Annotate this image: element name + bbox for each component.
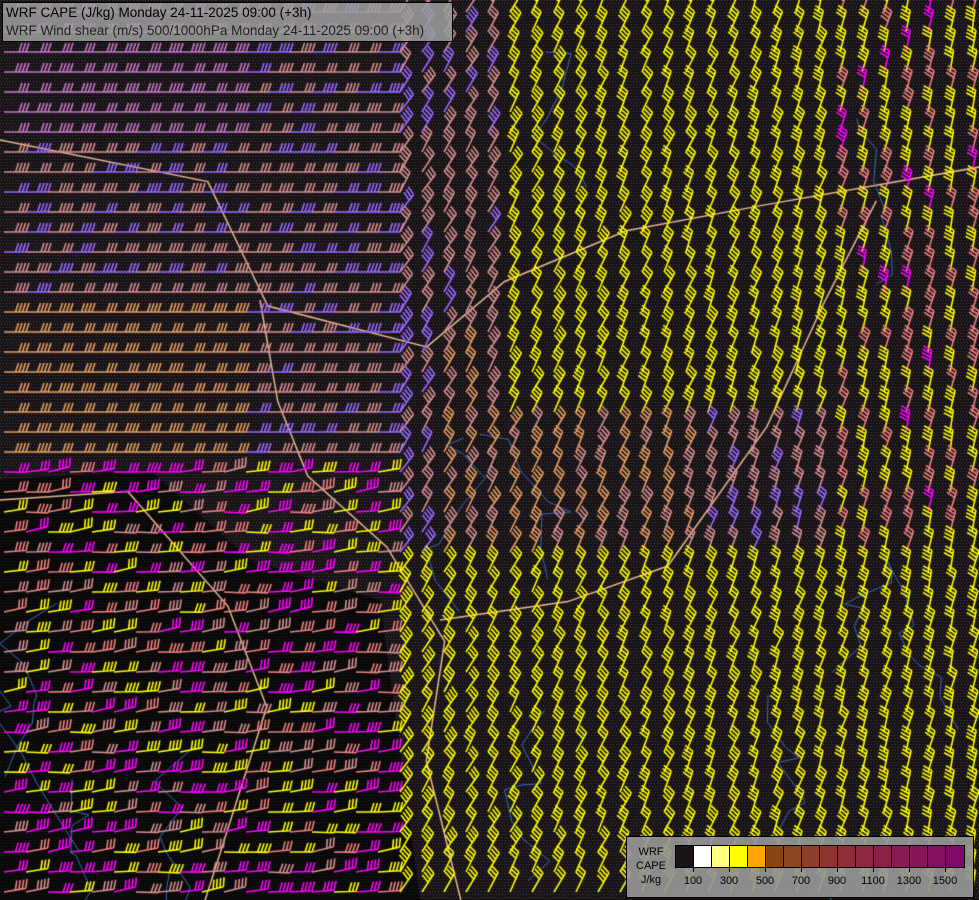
legend-swatch — [802, 846, 820, 867]
legend-color-bar — [675, 845, 965, 868]
legend-swatch — [910, 846, 928, 867]
legend-tick-label: 1500 — [932, 875, 958, 887]
legend-tick-label: 500 — [755, 875, 775, 887]
legend-tick-label: 1100 — [861, 875, 885, 887]
wind-shear-cape-map — [0, 0, 979, 900]
legend-swatch — [928, 846, 946, 867]
legend-tick — [837, 867, 838, 872]
legend-tick — [873, 867, 874, 872]
wind-shear-title: WRF Wind shear (m/s) 500/1000hPa Monday … — [6, 23, 425, 38]
legend-tick — [765, 867, 766, 872]
legend-swatch — [946, 846, 964, 867]
legend-swatch — [838, 846, 856, 867]
legend-tick-label: 100 — [683, 875, 703, 887]
legend-tick — [693, 867, 694, 872]
legend-tick-label: 300 — [719, 875, 739, 887]
cape-title: WRF CAPE (J/kg) Monday 24-11-2025 09:00 … — [6, 5, 312, 20]
legend-tick-label: 700 — [791, 875, 811, 887]
legend-swatch — [856, 846, 874, 867]
legend-swatch — [730, 846, 748, 867]
legend-tick — [945, 867, 946, 872]
legend-ticks: 100 300 500 700 900 1100 1300 1500 — [675, 867, 965, 897]
legend-label-line: CAPE — [636, 860, 666, 872]
legend-tick — [729, 867, 730, 872]
legend-swatch — [874, 846, 892, 867]
legend-swatch — [784, 846, 802, 867]
map-view: WRF CAPE (J/kg) Monday 24-11-2025 09:00 … — [0, 0, 979, 900]
legend-swatch — [694, 846, 712, 867]
legend-swatch — [766, 846, 784, 867]
legend-swatch — [712, 846, 730, 867]
legend-swatch — [748, 846, 766, 867]
map-title-box: WRF CAPE (J/kg) Monday 24-11-2025 09:00 … — [2, 2, 453, 42]
legend-label-line: J/kg — [640, 874, 662, 886]
legend-swatch — [892, 846, 910, 867]
legend-tick-label: 1300 — [896, 875, 922, 887]
cape-legend: WRF CAPE J/kg 100 300 500 700 900 1100 1300 150… — [626, 836, 974, 898]
legend-swatch — [820, 846, 838, 867]
legend-label-line: WRF — [638, 846, 664, 858]
legend-label: WRF CAPE J/kg — [631, 845, 671, 887]
legend-tick — [801, 867, 802, 872]
legend-tick-label: 900 — [827, 875, 847, 887]
legend-tick — [909, 867, 910, 872]
legend-swatch — [676, 846, 694, 867]
